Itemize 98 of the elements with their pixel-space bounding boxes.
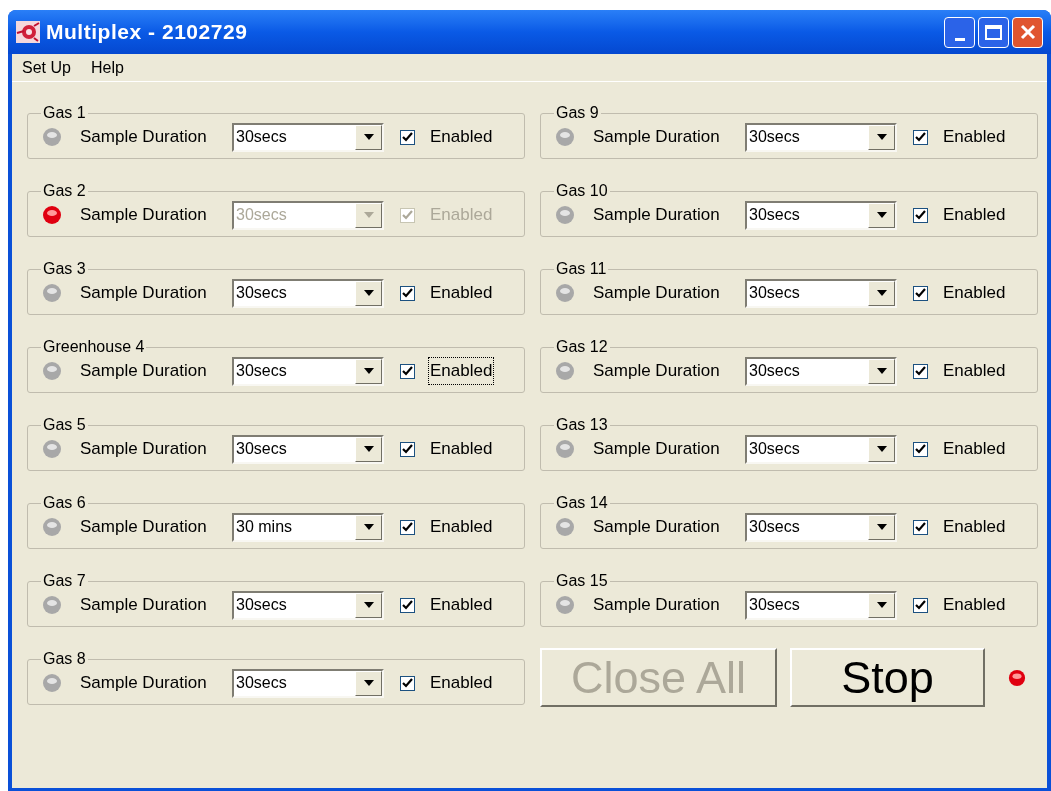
checkbox[interactable]	[913, 519, 928, 535]
field-label: Sample Duration	[80, 516, 208, 539]
minimize-icon	[954, 37, 965, 41]
checkbox[interactable]	[913, 597, 928, 613]
checkbox[interactable]	[400, 597, 415, 613]
field-label: Sample Duration	[80, 126, 208, 149]
group-title: Gas 1	[42, 104, 87, 122]
group-title: Gas 14	[555, 494, 609, 512]
group-title: Gas 10	[555, 182, 609, 200]
field-label: Sample Duration	[80, 204, 208, 227]
checkbox-label[interactable]: Enabled	[429, 436, 494, 462]
duration-dropdown[interactable]: 30secs	[745, 512, 897, 542]
caret-icon	[876, 446, 887, 452]
caret-icon	[363, 446, 374, 452]
group-title: Gas 7	[42, 572, 87, 590]
group-title: Greenhouse 4	[42, 338, 146, 356]
field-label: Sample Duration	[593, 126, 721, 149]
checkbox[interactable]	[400, 519, 415, 535]
checkbox-label[interactable]: Enabled	[942, 358, 1007, 384]
group-title: Gas 12	[555, 338, 609, 356]
duration-dropdown[interactable]: 30secs	[232, 356, 384, 386]
group-title: Gas 15	[555, 572, 609, 590]
field-label: Sample Duration	[80, 594, 208, 617]
duration-dropdown[interactable]: 30secs	[745, 356, 897, 386]
group-title: Gas 6	[42, 494, 87, 512]
group-title: Gas 11	[555, 260, 608, 278]
minimize-button[interactable]	[944, 16, 975, 48]
duration-dropdown[interactable]: 30secs	[745, 590, 897, 620]
duration-dropdown[interactable]: 30secs	[232, 668, 384, 698]
checkbox-label[interactable]: Enabled	[942, 514, 1007, 540]
checkbox[interactable]	[913, 441, 928, 457]
field-label: Sample Duration	[593, 516, 721, 539]
caret-icon	[876, 368, 887, 374]
caret-icon	[363, 134, 374, 140]
checkbox-label[interactable]: Enabled	[429, 592, 494, 618]
caret-icon	[363, 524, 374, 530]
field-label: Sample Duration	[80, 282, 208, 305]
duration-dropdown[interactable]: 30secs	[232, 590, 384, 620]
group-title: Gas 2	[42, 182, 87, 200]
field-label: Sample Duration	[593, 282, 721, 305]
checkbox-label[interactable]: Enabled	[942, 280, 1007, 306]
checkbox-label[interactable]: Enabled	[942, 592, 1007, 618]
checkbox[interactable]	[400, 675, 415, 691]
checkbox-label[interactable]: Enabled	[942, 436, 1007, 462]
group-title: Gas 3	[42, 260, 87, 278]
field-label: Sample Duration	[80, 360, 208, 383]
checkbox-label[interactable]: Enabled	[429, 514, 494, 540]
action-button[interactable]: Stop	[790, 648, 985, 707]
checkbox[interactable]	[400, 129, 415, 145]
checkbox[interactable]	[400, 285, 415, 301]
group-title: Gas 9	[555, 104, 600, 122]
close-icon	[1019, 24, 1036, 40]
caret-icon	[876, 602, 887, 608]
caret-icon	[876, 524, 887, 530]
field-label: Sample Duration	[80, 672, 208, 695]
field-label: Sample Duration	[80, 438, 208, 461]
checkbox[interactable]	[913, 129, 928, 145]
field-label: Sample Duration	[593, 594, 721, 617]
duration-dropdown[interactable]: 30secs	[745, 122, 897, 152]
checkbox[interactable]	[400, 363, 415, 379]
caret-icon	[363, 368, 374, 374]
checkbox-label[interactable]: Enabled	[429, 358, 494, 384]
caret-icon	[876, 134, 887, 140]
checkbox[interactable]	[913, 363, 928, 379]
maximize-button[interactable]	[978, 16, 1009, 48]
checkbox-label[interactable]: Enabled	[942, 124, 1007, 150]
caret-icon	[363, 602, 374, 608]
checkbox-label[interactable]: Enabled	[942, 202, 1007, 228]
group-title: Gas 8	[42, 650, 87, 668]
menu-item[interactable]: Set Up	[22, 55, 71, 80]
checkbox-label[interactable]: Enabled	[429, 670, 494, 696]
app-icon	[16, 21, 40, 43]
checkbox[interactable]	[400, 441, 415, 457]
group-title: Gas 5	[42, 416, 87, 434]
duration-dropdown[interactable]: 30secs	[232, 122, 384, 152]
window-title: Multiplex - 2102729	[46, 19, 248, 46]
maximize-icon	[985, 24, 1002, 40]
field-label: Sample Duration	[593, 360, 721, 383]
duration-dropdown[interactable]: 30secs	[745, 434, 897, 464]
close-button[interactable]	[1012, 16, 1043, 48]
checkbox[interactable]	[913, 207, 928, 223]
group-title: Gas 13	[555, 416, 609, 434]
duration-dropdown[interactable]: 30secs	[232, 278, 384, 308]
duration-dropdown[interactable]: 30secs	[745, 278, 897, 308]
duration-dropdown[interactable]: 30secs	[232, 434, 384, 464]
checkbox[interactable]	[913, 285, 928, 301]
duration-dropdown[interactable]: 30secs	[745, 200, 897, 230]
duration-dropdown[interactable]: 30 mins	[232, 512, 384, 542]
caret-icon	[876, 212, 887, 218]
caret-icon	[876, 290, 887, 296]
field-label: Sample Duration	[593, 204, 721, 227]
menu-item[interactable]: Help	[90, 55, 124, 80]
caret-icon	[363, 680, 374, 686]
caret-icon	[363, 212, 374, 218]
checkbox-label[interactable]: Enabled	[429, 124, 494, 150]
checkbox-label[interactable]: Enabled	[429, 280, 494, 306]
field-label: Sample Duration	[593, 438, 721, 461]
caret-icon	[363, 290, 374, 296]
